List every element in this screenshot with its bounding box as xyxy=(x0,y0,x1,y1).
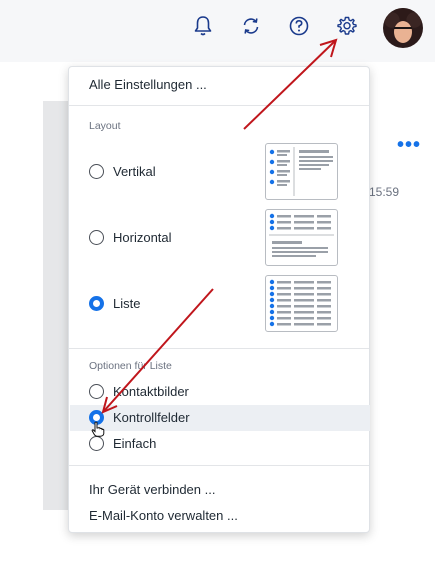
annotation-arrow-gear xyxy=(243,38,338,130)
annotation-arrow-kontrollfelder xyxy=(101,288,214,414)
annotation-arrows xyxy=(101,38,338,414)
